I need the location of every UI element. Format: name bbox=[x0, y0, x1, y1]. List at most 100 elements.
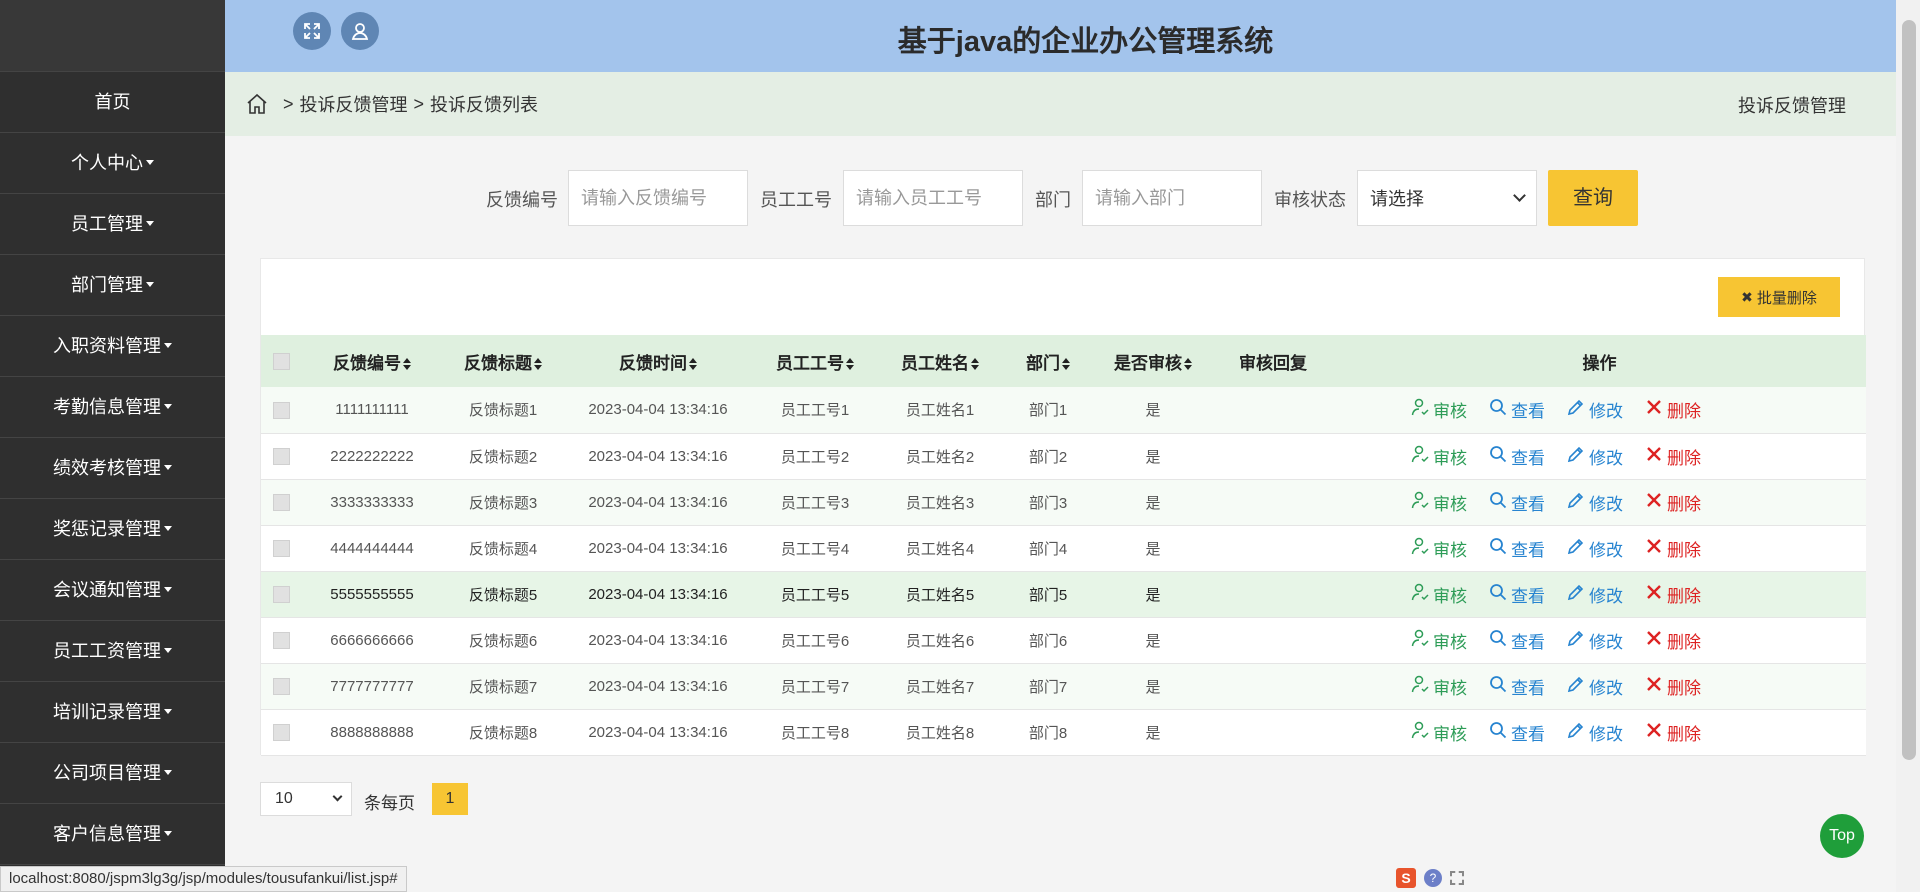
delete-button[interactable]: 删除 bbox=[1645, 536, 1701, 561]
delete-button[interactable]: 删除 bbox=[1645, 674, 1701, 699]
user-check-icon bbox=[1411, 721, 1433, 744]
cell-audited: 是 bbox=[1145, 494, 1161, 512]
sidebar-item[interactable]: 客户信息管理 bbox=[0, 804, 225, 865]
close-icon bbox=[1645, 675, 1667, 698]
sidebar-item[interactable]: 会议通知管理 bbox=[0, 560, 225, 621]
sidebar-item[interactable]: 首页 bbox=[0, 72, 225, 133]
cell-emp-name: 员工姓名6 bbox=[905, 632, 975, 650]
col-emp-no[interactable]: 员工工号 bbox=[753, 335, 877, 387]
table-row: 6666666666 反馈标题6 2023-04-04 13:34:16 员工工号6 员… bbox=[261, 617, 1866, 663]
breadcrumb-level1[interactable]: 投诉反馈管理 bbox=[300, 91, 408, 117]
cell-feedback-no: 7777777777 bbox=[330, 677, 414, 695]
select-all-checkbox[interactable] bbox=[272, 353, 290, 371]
sidebar-item[interactable]: 培训记录管理 bbox=[0, 682, 225, 743]
audit-button[interactable]: 审核 bbox=[1411, 536, 1467, 561]
sidebar-item[interactable]: 公司项目管理 bbox=[0, 743, 225, 804]
cell-audit-reply bbox=[1213, 709, 1333, 755]
close-icon bbox=[1645, 491, 1667, 514]
cell-feedback-no: 3333333333 bbox=[330, 493, 414, 511]
col-feedback-time[interactable]: 反馈时间 bbox=[563, 335, 753, 387]
close-icon bbox=[1645, 721, 1667, 744]
view-button[interactable]: 查看 bbox=[1489, 444, 1545, 469]
view-button[interactable]: 查看 bbox=[1489, 582, 1545, 607]
page-number-button[interactable]: 1 bbox=[432, 783, 468, 815]
sidebar-item[interactable]: 奖惩记录管理 bbox=[0, 499, 225, 560]
feedback-no-input[interactable] bbox=[568, 170, 748, 226]
dept-input[interactable] bbox=[1082, 170, 1262, 226]
edit-button[interactable]: 修改 bbox=[1567, 720, 1623, 745]
user-check-icon bbox=[1411, 445, 1433, 468]
page-scrollbar[interactable] bbox=[1896, 0, 1920, 892]
audit-button[interactable]: 审核 bbox=[1411, 444, 1467, 469]
batch-delete-button[interactable]: ✖ 批量删除 bbox=[1718, 277, 1840, 317]
edit-button[interactable]: 修改 bbox=[1567, 582, 1623, 607]
edit-button[interactable]: 修改 bbox=[1567, 397, 1623, 422]
search-icon bbox=[1489, 583, 1511, 606]
status-select[interactable]: 请选择 bbox=[1357, 170, 1537, 226]
cell-feedback-title: 反馈标题5 bbox=[468, 586, 538, 604]
sidebar-item[interactable]: 绩效考核管理 bbox=[0, 438, 225, 499]
col-audited[interactable]: 是否审核 bbox=[1093, 335, 1213, 387]
row-checkbox[interactable] bbox=[272, 585, 290, 603]
user-check-icon bbox=[1411, 675, 1433, 698]
emp-no-input[interactable] bbox=[843, 170, 1023, 226]
input-method-icon[interactable]: S bbox=[1396, 868, 1416, 888]
home-icon[interactable] bbox=[245, 92, 269, 116]
search-icon bbox=[1489, 537, 1511, 560]
chevron-down-icon bbox=[332, 791, 343, 802]
audit-button[interactable]: 审核 bbox=[1411, 397, 1467, 422]
edit-button[interactable]: 修改 bbox=[1567, 628, 1623, 653]
row-select-cell bbox=[261, 571, 301, 617]
col-feedback-title[interactable]: 反馈标题 bbox=[443, 335, 563, 387]
page-size-select[interactable]: 10 bbox=[260, 782, 352, 816]
col-feedback-no[interactable]: 反馈编号 bbox=[301, 335, 443, 387]
row-checkbox[interactable] bbox=[272, 401, 290, 419]
delete-button[interactable]: 删除 bbox=[1645, 628, 1701, 653]
view-button[interactable]: 查看 bbox=[1489, 536, 1545, 561]
view-button[interactable]: 查看 bbox=[1489, 628, 1545, 653]
row-checkbox[interactable] bbox=[272, 539, 290, 557]
delete-button[interactable]: 删除 bbox=[1645, 444, 1701, 469]
row-checkbox[interactable] bbox=[272, 631, 290, 649]
delete-button[interactable]: 删除 bbox=[1645, 582, 1701, 607]
cell-dept: 部门2 bbox=[1028, 448, 1068, 466]
sidebar-item[interactable]: 部门管理 bbox=[0, 255, 225, 316]
row-checkbox[interactable] bbox=[272, 493, 290, 511]
col-dept[interactable]: 部门 bbox=[1003, 335, 1093, 387]
cell-emp-name: 员工姓名5 bbox=[905, 586, 975, 604]
edit-button[interactable]: 修改 bbox=[1567, 674, 1623, 699]
query-button[interactable]: 查询 bbox=[1548, 170, 1638, 226]
cell-emp-name: 员工姓名1 bbox=[905, 402, 975, 420]
edit-button[interactable]: 修改 bbox=[1567, 444, 1623, 469]
audit-button[interactable]: 审核 bbox=[1411, 628, 1467, 653]
row-checkbox[interactable] bbox=[272, 447, 290, 465]
delete-button[interactable]: 删除 bbox=[1645, 397, 1701, 422]
edit-button[interactable]: 修改 bbox=[1567, 536, 1623, 561]
scrollbar-thumb[interactable] bbox=[1902, 20, 1916, 760]
col-emp-name[interactable]: 员工姓名 bbox=[877, 335, 1003, 387]
view-button[interactable]: 查看 bbox=[1489, 720, 1545, 745]
row-actions: 审核 查看 修改 删除 bbox=[1333, 479, 1866, 525]
help-icon[interactable]: ? bbox=[1424, 869, 1442, 887]
audit-button[interactable]: 审核 bbox=[1411, 674, 1467, 699]
caret-down-icon bbox=[164, 465, 172, 470]
back-to-top-button[interactable]: Top bbox=[1820, 814, 1864, 858]
sidebar-item[interactable]: 员工工资管理 bbox=[0, 621, 225, 682]
close-icon bbox=[1645, 629, 1667, 652]
view-button[interactable]: 查看 bbox=[1489, 674, 1545, 699]
sidebar-item[interactable]: 考勤信息管理 bbox=[0, 377, 225, 438]
audit-button[interactable]: 审核 bbox=[1411, 582, 1467, 607]
cell-audit-reply bbox=[1213, 571, 1333, 617]
view-button[interactable]: 查看 bbox=[1489, 490, 1545, 515]
row-checkbox[interactable] bbox=[272, 723, 290, 741]
screenshot-icon[interactable] bbox=[1450, 871, 1464, 885]
row-actions: 审核 查看 修改 删除 bbox=[1333, 433, 1866, 479]
view-button[interactable]: 查看 bbox=[1489, 397, 1545, 422]
audit-button[interactable]: 审核 bbox=[1411, 490, 1467, 515]
delete-button[interactable]: 删除 bbox=[1645, 490, 1701, 515]
edit-button[interactable]: 修改 bbox=[1567, 490, 1623, 515]
delete-button[interactable]: 删除 bbox=[1645, 720, 1701, 745]
sidebar-item[interactable]: 入职资料管理 bbox=[0, 316, 225, 377]
row-checkbox[interactable] bbox=[272, 677, 290, 695]
audit-button[interactable]: 审核 bbox=[1411, 720, 1467, 745]
